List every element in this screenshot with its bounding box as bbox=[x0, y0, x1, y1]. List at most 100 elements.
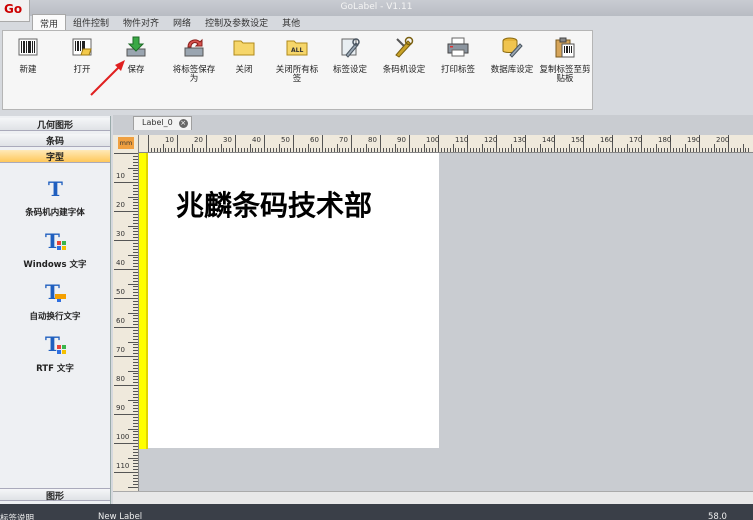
ruler-tick bbox=[400, 148, 402, 152]
ruler-label: 50 bbox=[116, 288, 125, 296]
ruler-tick bbox=[133, 335, 138, 337]
ruler-tick bbox=[385, 148, 387, 152]
ruler-tick bbox=[133, 300, 138, 302]
svg-text:ALL: ALL bbox=[291, 47, 303, 54]
ruler-tick bbox=[133, 257, 138, 259]
category-geometry[interactable]: 几何图形 bbox=[0, 118, 110, 131]
tab-common[interactable]: 常用 bbox=[32, 14, 67, 30]
ruler-tick bbox=[643, 148, 645, 152]
tool-wrap-text[interactable]: T 自动换行文字 bbox=[0, 280, 110, 322]
save-as-button-label: 将标签保存为 bbox=[172, 65, 216, 84]
ruler-tick bbox=[133, 338, 138, 340]
label-settings-button[interactable]: 标签设定 bbox=[327, 35, 373, 75]
database-settings-button[interactable]: 数据库设定 bbox=[487, 35, 537, 75]
ruler-tick bbox=[484, 148, 486, 152]
ruler-tick bbox=[304, 148, 306, 152]
ruler-tick bbox=[733, 148, 735, 152]
ruler-tick bbox=[133, 245, 138, 247]
print-label-button[interactable]: 打印标签 bbox=[435, 35, 481, 75]
ruler-tick bbox=[133, 431, 138, 433]
ruler-tick bbox=[284, 148, 286, 152]
tab-component-control[interactable]: 组件控制 bbox=[66, 14, 116, 30]
ruler-tick bbox=[551, 148, 553, 152]
ruler-tick bbox=[345, 148, 347, 152]
status-label-name: New Label bbox=[98, 512, 143, 520]
ruler-tick bbox=[339, 148, 341, 152]
ruler-tick bbox=[133, 402, 138, 404]
category-font[interactable]: 字型 bbox=[0, 150, 110, 163]
ruler-tick bbox=[133, 315, 138, 317]
ruler-tick bbox=[429, 148, 431, 152]
ruler-tick bbox=[638, 148, 640, 152]
ruler-tick bbox=[133, 158, 138, 160]
copy-to-clipboard-button[interactable]: 复制标签至剪贴板 bbox=[539, 35, 591, 84]
app-logo-button[interactable]: Go bbox=[0, 0, 30, 22]
ruler-label: 80 bbox=[368, 136, 377, 144]
close-button[interactable]: 关闭 bbox=[221, 35, 267, 75]
ruler-label: 150 bbox=[571, 136, 585, 144]
new-button-label: 新建 bbox=[19, 65, 37, 75]
ruler-tick bbox=[374, 148, 376, 152]
ruler-tick bbox=[159, 148, 161, 152]
ruler-tick bbox=[353, 148, 355, 152]
ruler-tick bbox=[600, 148, 602, 152]
tool-builtin-font[interactable]: T 条码机内建字体 bbox=[0, 176, 110, 218]
category-graphics[interactable]: 图形 bbox=[0, 488, 110, 502]
ruler-tick bbox=[133, 353, 138, 355]
ruler-tick bbox=[707, 148, 709, 152]
ruler-tick bbox=[290, 148, 292, 152]
ruler-label: 190 bbox=[687, 136, 701, 144]
ruler-tick bbox=[133, 396, 138, 398]
ruler-tick bbox=[475, 148, 477, 152]
ruler-tick bbox=[307, 144, 309, 152]
tab-object-align[interactable]: 物件对齐 bbox=[116, 14, 166, 30]
ruler-tick bbox=[191, 144, 193, 152]
ruler-tick bbox=[153, 148, 155, 152]
ruler-tick bbox=[652, 148, 654, 152]
new-button[interactable]: 新建 bbox=[5, 35, 51, 75]
tool-rtf-text[interactable]: T RTF 文字 bbox=[0, 332, 110, 374]
ruler-tick bbox=[203, 148, 205, 152]
ruler-tick bbox=[133, 451, 138, 453]
close-tab-icon[interactable]: × bbox=[178, 119, 188, 128]
ruler-tick bbox=[240, 148, 242, 152]
tab-network[interactable]: 网络 bbox=[166, 14, 198, 30]
ruler-tick bbox=[313, 148, 315, 152]
ruler-tick bbox=[133, 376, 138, 378]
save-as-button[interactable]: 将标签保存为 bbox=[169, 35, 219, 84]
printer-settings-button[interactable]: 条码机设定 bbox=[379, 35, 429, 75]
ruler-tick bbox=[298, 148, 300, 152]
ruler-tick bbox=[114, 240, 138, 241]
ruler-tick bbox=[133, 205, 138, 207]
ruler-tick bbox=[211, 148, 213, 152]
ruler-tick bbox=[133, 332, 138, 334]
tab-other[interactable]: 其他 bbox=[275, 14, 307, 30]
ruler-tick bbox=[626, 144, 628, 152]
category-barcode[interactable]: 条码 bbox=[0, 134, 110, 147]
tool-windows-text[interactable]: T Windows 文字 bbox=[0, 228, 110, 270]
ruler-tick bbox=[580, 148, 582, 152]
ruler-tick bbox=[133, 274, 138, 276]
barcode-new-icon bbox=[18, 38, 38, 56]
close-all-button[interactable]: ALL 关闭所有标签 bbox=[273, 35, 321, 84]
ruler-tick bbox=[478, 148, 480, 152]
unit-selector[interactable]: mm bbox=[113, 135, 139, 153]
ruler-label: 10 bbox=[116, 172, 125, 180]
ruler-tick bbox=[397, 148, 399, 152]
ruler-tick bbox=[655, 144, 657, 152]
document-tab[interactable]: Label_0 × bbox=[133, 116, 192, 130]
ruler-tick bbox=[359, 148, 361, 152]
ruler-tick bbox=[536, 148, 538, 152]
label-canvas[interactable]: 兆麟条码技术部 bbox=[148, 153, 439, 448]
ruler-tick bbox=[606, 148, 608, 152]
ruler-tick bbox=[678, 148, 680, 152]
label-text-object[interactable]: 兆麟条码技术部 bbox=[176, 184, 372, 224]
ruler-tick bbox=[133, 390, 138, 392]
rtf-text-icon: T bbox=[45, 332, 66, 356]
ruler-tick bbox=[133, 190, 138, 192]
ruler-tick bbox=[269, 148, 271, 152]
ruler-tick bbox=[440, 148, 442, 152]
tab-control-params[interactable]: 控制及参数设定 bbox=[198, 14, 275, 30]
horizontal-scrollbar[interactable] bbox=[113, 491, 753, 504]
ruler-tick bbox=[574, 148, 576, 152]
